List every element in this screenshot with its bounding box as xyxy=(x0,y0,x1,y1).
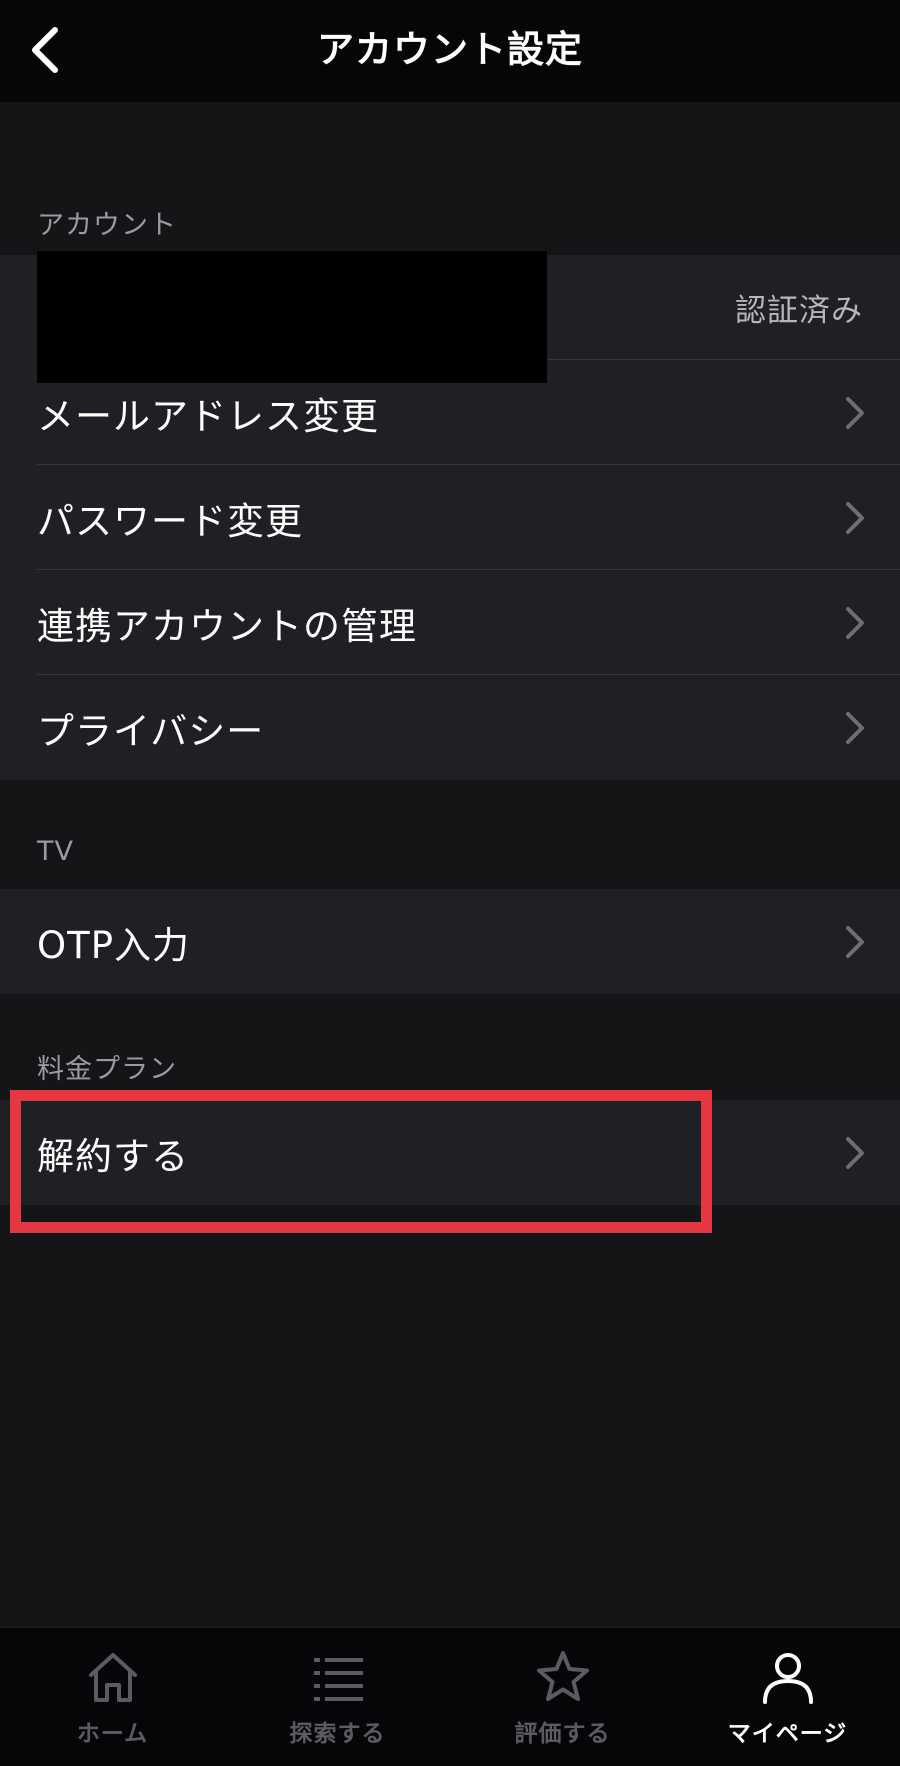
tab-label: ホーム xyxy=(76,1721,149,1747)
menu-item-otp-input[interactable]: OTP入力 xyxy=(0,889,900,994)
menu-item-label: プライバシー xyxy=(37,709,265,753)
tab-rate[interactable]: 評価する xyxy=(450,1628,675,1766)
nav-header: アカウント設定 xyxy=(0,0,900,102)
tab-home[interactable]: ホーム xyxy=(0,1628,225,1766)
verified-status: 認証済み xyxy=(735,293,863,329)
menu-item-label: 連携アカウントの管理 xyxy=(37,604,417,648)
chevron-right-icon xyxy=(846,926,864,958)
list-icon xyxy=(313,1658,363,1701)
section-header-account: アカウント xyxy=(37,210,177,241)
menu-item-privacy[interactable]: プライバシー xyxy=(0,675,900,780)
tab-label: 評価する xyxy=(514,1721,611,1747)
chevron-right-icon xyxy=(846,502,864,534)
tv-group: OTP入力 xyxy=(0,889,900,994)
tab-explore[interactable]: 探索する xyxy=(225,1628,450,1766)
menu-item-password-change[interactable]: パスワード変更 xyxy=(0,465,900,570)
chevron-right-icon xyxy=(846,712,864,744)
page-title: アカウント設定 xyxy=(317,28,583,71)
person-icon xyxy=(762,1653,813,1704)
redacted-account-id xyxy=(37,251,547,383)
star-icon xyxy=(536,1651,589,1701)
section-header-plan: 料金プラン xyxy=(37,1054,177,1085)
chevron-right-icon xyxy=(846,607,864,639)
home-icon xyxy=(88,1653,137,1702)
chevron-right-icon xyxy=(846,397,864,429)
section-header-tv: TV xyxy=(37,836,74,867)
menu-item-label: メールアドレス変更 xyxy=(37,394,379,438)
tab-mypage[interactable]: マイページ xyxy=(675,1628,900,1766)
highlight-annotation xyxy=(10,1090,712,1233)
tab-bar: ホーム 探索する 評価する マイページ xyxy=(0,1627,900,1766)
menu-item-linked-accounts[interactable]: 連携アカウントの管理 xyxy=(0,570,900,675)
menu-item-label: OTP入力 xyxy=(37,923,191,967)
tab-label: 探索する xyxy=(289,1721,386,1747)
tab-label: マイページ xyxy=(727,1721,848,1747)
menu-item-label: パスワード変更 xyxy=(37,499,303,543)
chevron-right-icon xyxy=(846,1137,864,1169)
